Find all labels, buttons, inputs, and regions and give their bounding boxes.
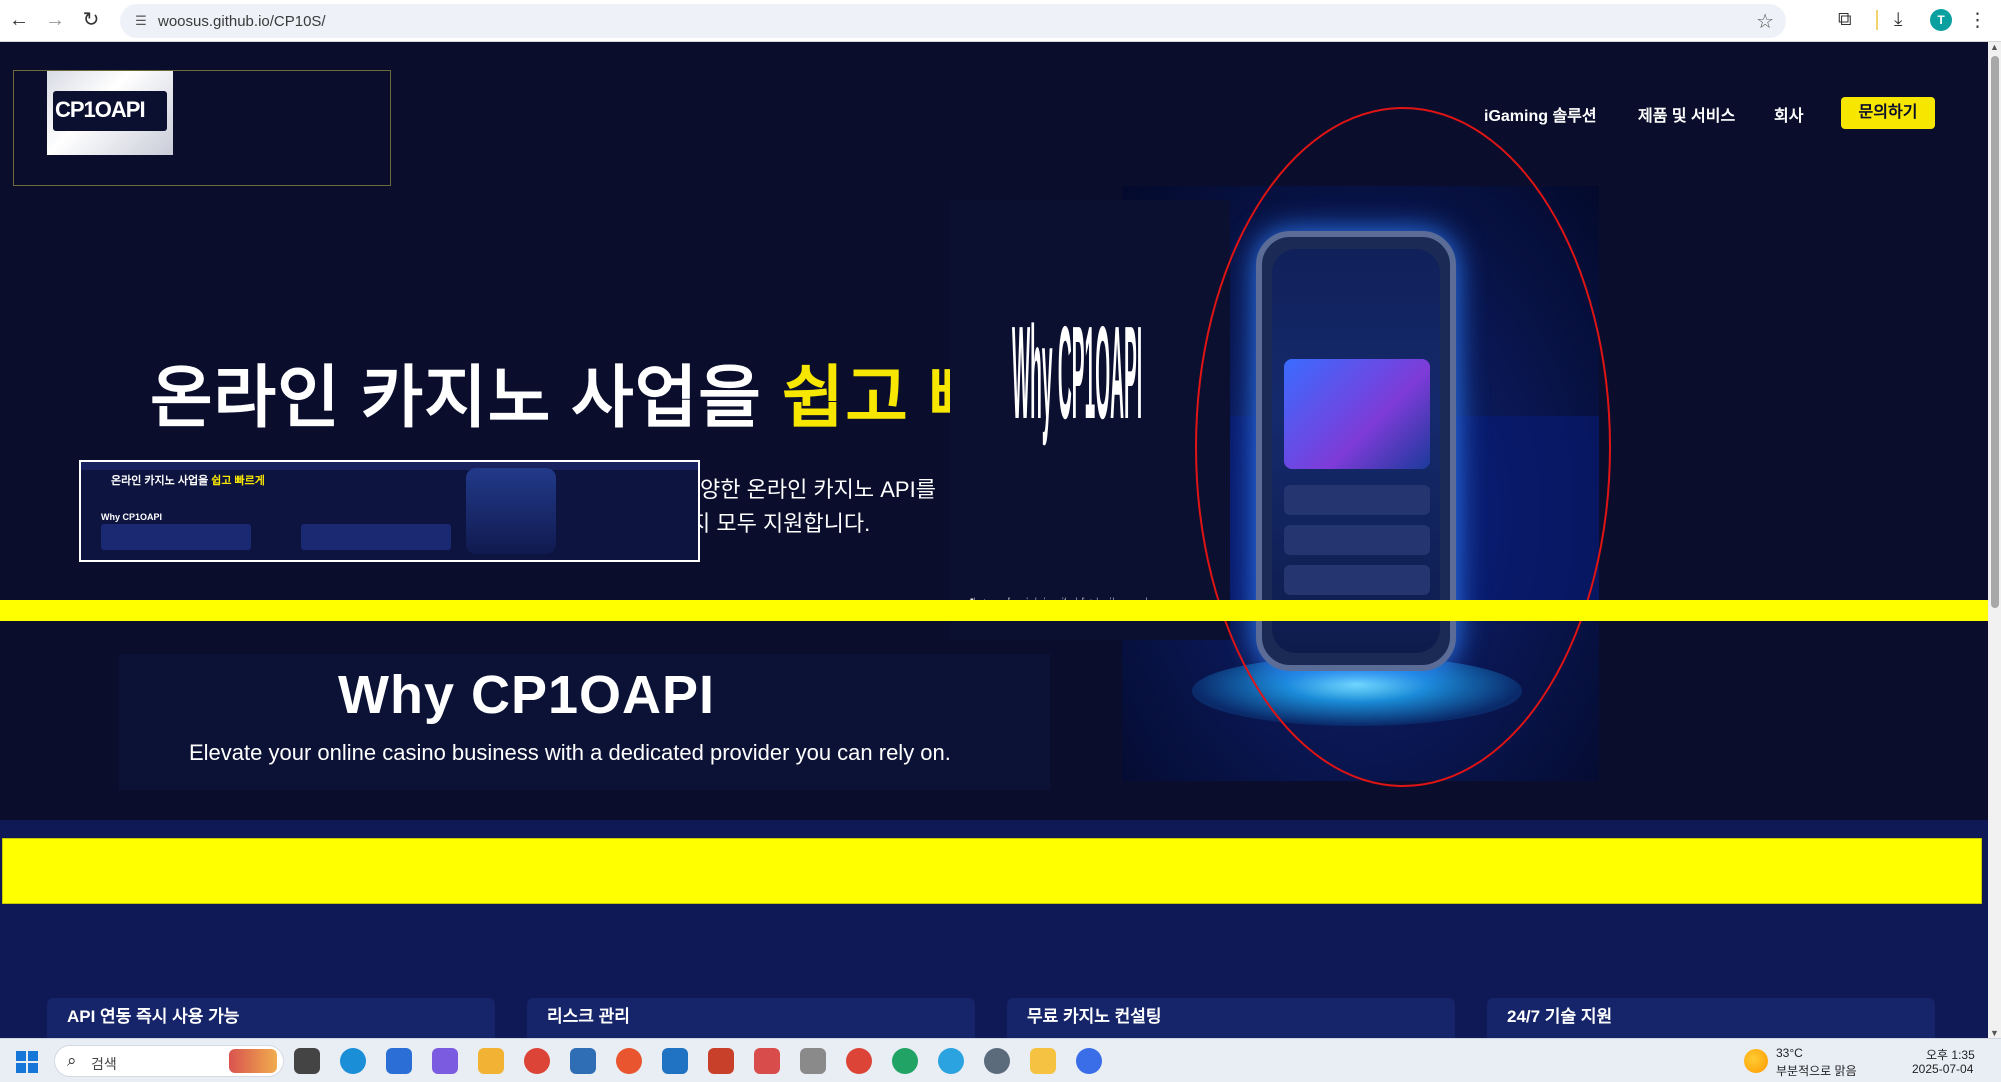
scrollbar-thumb[interactable] xyxy=(1991,56,1999,608)
preview-card xyxy=(301,524,451,550)
edge-icon[interactable] xyxy=(340,1048,366,1074)
app-icon[interactable] xyxy=(800,1048,826,1074)
nav-products[interactable]: 제품 및 서비스 xyxy=(1638,102,1735,126)
app-icon[interactable] xyxy=(662,1048,688,1074)
feature-label-risk: 리스크 관리 xyxy=(547,1007,630,1026)
settings-gear-icon[interactable] xyxy=(984,1048,1010,1074)
app-icon[interactable] xyxy=(1076,1048,1102,1074)
toolbar-divider xyxy=(1876,10,1878,30)
feature-label-consulting: 무료 카지노 컨설팅 xyxy=(1027,1007,1162,1026)
bookmark-star-icon[interactable]: ☆ xyxy=(1756,9,1774,34)
taskbar-search[interactable]: ⌕ 검색 xyxy=(54,1045,284,1077)
store-icon[interactable] xyxy=(386,1048,412,1074)
chrome-icon[interactable] xyxy=(524,1048,550,1074)
chrome-profile-icon[interactable] xyxy=(892,1048,918,1074)
back-icon[interactable]: ← xyxy=(8,8,30,32)
red-annotation-ellipse xyxy=(1195,107,1611,787)
why-subtitle: Elevate your online casino business with… xyxy=(189,740,951,765)
file-explorer-icon[interactable] xyxy=(1030,1048,1056,1074)
hero-title-white: 온라인 카지노 사업을 xyxy=(150,360,782,436)
logo-frame: CP1OAPI xyxy=(13,70,391,186)
preview-title-white: 온라인 카지노 사업을 xyxy=(111,475,212,487)
page-scrollbar[interactable]: ▲ ▼ xyxy=(1988,42,2001,1038)
chrome-icon[interactable] xyxy=(846,1048,872,1074)
search-icon: ⌕ xyxy=(67,1051,77,1070)
preview-title-highlight: 쉽고 빠르게 xyxy=(211,475,265,487)
clock-date[interactable]: 2025-07-04 xyxy=(1912,1062,1973,1076)
address-bar[interactable]: ☰ woosus.github.io/CP10S/ ☆ xyxy=(120,4,1786,38)
forward-icon[interactable]: → xyxy=(44,8,66,32)
app-icon[interactable] xyxy=(616,1048,642,1074)
copilot-icon[interactable] xyxy=(432,1048,458,1074)
extensions-icon[interactable]: ⧉ xyxy=(1838,9,1852,31)
yellow-highlight-block xyxy=(2,838,1982,904)
site-logo[interactable]: CP1OAPI xyxy=(47,71,173,155)
browser-toolbar: ← → ↻ ☰ woosus.github.io/CP10S/ ☆ ⧉ ⤓ T … xyxy=(0,0,2001,42)
powerpoint-icon[interactable] xyxy=(708,1048,734,1074)
feature-label-api: API 연동 즉시 사용 가능 xyxy=(67,1007,240,1026)
weather-description[interactable]: 부분적으로 맑음 xyxy=(1776,1062,1857,1079)
search-highlight-icon xyxy=(229,1049,277,1073)
contact-button[interactable]: 문의하기 xyxy=(1841,97,1935,129)
app-icon[interactable] xyxy=(570,1048,596,1074)
reload-icon[interactable]: ↻ xyxy=(80,8,102,32)
logo-text: CP1OAPI xyxy=(55,97,146,122)
windows-taskbar: ⌕ 검색 33°C 부분적으로 맑음 오후 1:35 2025-07-04 xyxy=(0,1038,2001,1082)
nav-igaming[interactable]: iGaming 솔루션 xyxy=(1484,102,1597,126)
preview-header xyxy=(81,462,698,470)
task-view-icon[interactable] xyxy=(294,1048,320,1074)
stretched-why-title: Why CP1OAPI xyxy=(1012,299,1143,447)
yellow-highlight-band xyxy=(0,600,2001,621)
download-icon[interactable]: ⤓ xyxy=(1894,9,1902,31)
site-info-icon[interactable]: ☰ xyxy=(132,12,150,30)
hero-title: 온라인 카지노 사업을 쉽고 빠 xyxy=(150,342,992,441)
windows-start-icon[interactable] xyxy=(16,1051,38,1073)
url-text[interactable]: woosus.github.io/CP10S/ xyxy=(158,13,326,30)
scroll-down-icon[interactable]: ▼ xyxy=(1990,1028,1999,1038)
hero-description-line2: 지 모두 지원합니다. xyxy=(690,511,871,536)
preview-title: 온라인 카지노 사업을 쉽고 빠르게 xyxy=(111,472,265,488)
preview-why: Why CP1OAPI xyxy=(101,512,163,522)
embedded-page-preview: 온라인 카지노 사업을 쉽고 빠르게 Why CP1OAPI xyxy=(79,460,700,562)
menu-kebab-icon[interactable]: ⋮ xyxy=(1968,9,1987,32)
clock-time[interactable]: 오후 1:35 xyxy=(1926,1046,1975,1063)
search-placeholder: 검색 xyxy=(91,1056,117,1072)
preview-card xyxy=(101,524,251,550)
app-icon[interactable] xyxy=(478,1048,504,1074)
weather-temperature[interactable]: 33°C xyxy=(1776,1046,1803,1060)
nav-company[interactable]: 회사 xyxy=(1774,102,1803,126)
preview-phone xyxy=(466,468,556,554)
why-title: Why CP1OAPI xyxy=(338,665,716,725)
scroll-up-icon[interactable]: ▲ xyxy=(1990,42,1999,52)
snipping-tool-icon[interactable] xyxy=(754,1048,780,1074)
weather-sun-icon[interactable] xyxy=(1744,1049,1768,1073)
hero-description-line1: 양한 온라인 카지노 API를 xyxy=(700,477,936,502)
feature-label-support: 24/7 기술 지원 xyxy=(1507,1007,1613,1026)
profile-avatar[interactable]: T xyxy=(1930,9,1952,31)
telegram-icon[interactable] xyxy=(938,1048,964,1074)
